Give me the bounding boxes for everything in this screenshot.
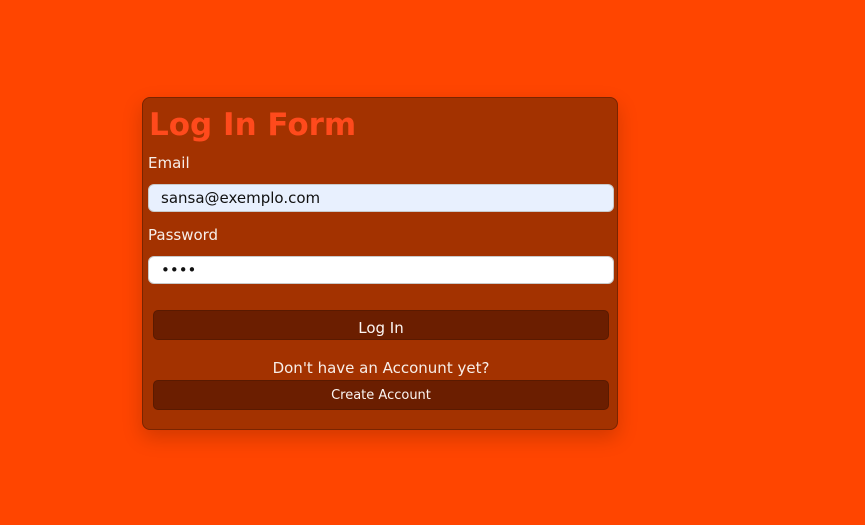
login-card: Log In Form Email Password Log In Don't … [142, 97, 618, 430]
password-label: Password [148, 226, 219, 244]
password-field[interactable] [148, 256, 614, 284]
email-field[interactable] [148, 184, 614, 212]
login-button[interactable]: Log In [153, 310, 609, 340]
no-account-prompt: Don't have an Acconunt yet? [272, 359, 490, 377]
create-account-button[interactable]: Create Account [153, 380, 609, 410]
email-label: Email [148, 154, 190, 172]
form-title: Log In Form [149, 107, 357, 143]
